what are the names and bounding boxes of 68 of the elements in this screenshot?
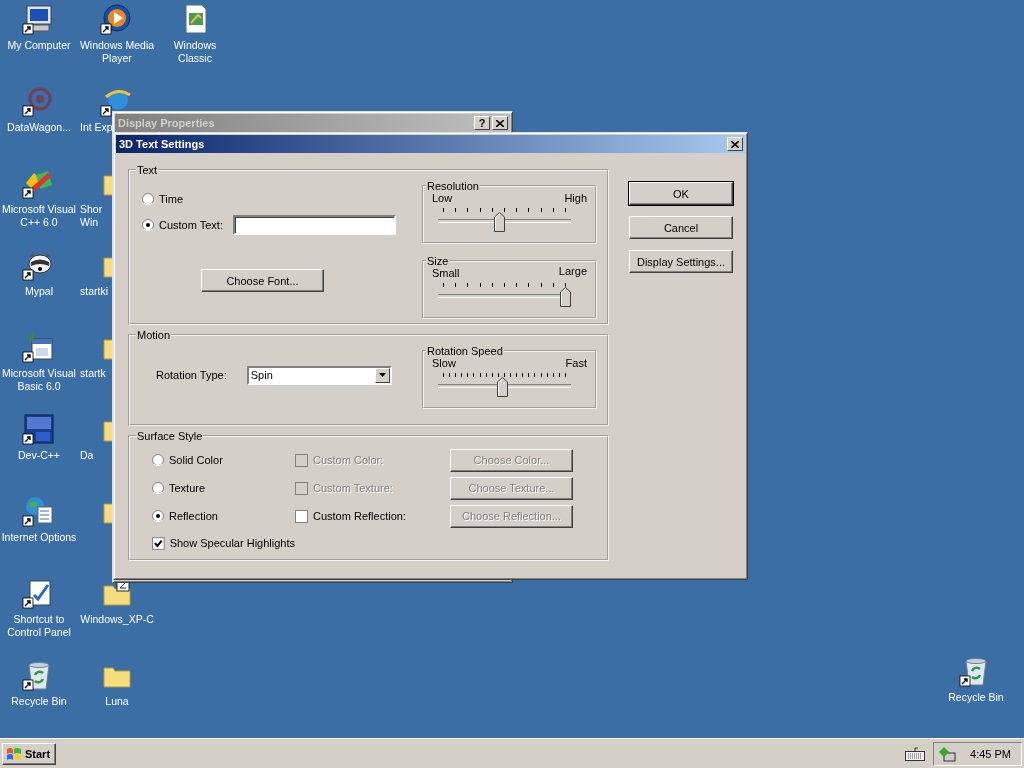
icon-label[interactable]: Windows Classic <box>157 39 233 65</box>
clock: 4:45 PM <box>970 747 1011 760</box>
group-label: Surface Style <box>136 430 204 442</box>
icon-label[interactable]: Shor Win <box>80 203 116 229</box>
close-icon <box>731 140 739 148</box>
icon-label[interactable]: Recycle Bin <box>938 691 1014 704</box>
media-player-icon[interactable] <box>100 3 134 35</box>
network-icon[interactable] <box>938 745 957 762</box>
radio-button[interactable]: Custom Text: <box>142 219 223 231</box>
radio-button[interactable]: Texture <box>152 482 295 494</box>
choose-font-button[interactable]: Choose Font... <box>201 269 324 292</box>
slider-min-label: Low <box>432 192 453 204</box>
window-title: Display Properties <box>118 117 216 129</box>
windows-logo-icon <box>6 746 22 761</box>
radio-button[interactable]: Time <box>142 193 422 205</box>
close-icon <box>496 119 504 127</box>
icon-label[interactable]: Shortcut to Control Panel <box>1 613 77 639</box>
icon-label[interactable]: Da <box>80 449 116 462</box>
radio-button[interactable]: Reflection <box>152 510 295 522</box>
rotation-type-label: Rotation Type: <box>156 369 227 381</box>
group-label: Rotation Speed <box>426 345 504 357</box>
start-button[interactable]: Start <box>2 742 57 765</box>
globe-checklist-icon[interactable] <box>22 495 56 527</box>
radio-button[interactable]: Solid Color <box>152 454 295 466</box>
slider-max-label: High <box>564 192 587 204</box>
slider-track[interactable] <box>438 206 571 232</box>
slider-min-label: Slow <box>432 357 456 369</box>
checkbox[interactable]: Custom Reflection: <box>295 509 450 523</box>
icon-label[interactable]: Internet Options <box>1 531 77 544</box>
slider-track[interactable] <box>438 371 571 397</box>
icon-label[interactable]: Int Exp <box>80 121 116 134</box>
close-button[interactable] <box>492 116 508 130</box>
icon-label[interactable]: Microsoft Visual C++ 6.0 <box>1 203 77 229</box>
slider-thumb[interactable] <box>494 212 506 232</box>
icon-label[interactable]: DataWagon... <box>1 121 77 134</box>
slider-thumb[interactable] <box>560 287 571 307</box>
group-label: Size <box>426 255 450 267</box>
icon-label[interactable]: Luna <box>79 695 155 708</box>
icon-label[interactable]: Mypal <box>1 285 77 298</box>
group-label: Motion <box>136 329 172 341</box>
icon-label[interactable]: Dev-C++ <box>1 449 77 462</box>
dialog-button[interactable]: Cancel <box>629 216 733 239</box>
close-button[interactable] <box>727 137 743 151</box>
icon-label[interactable]: My Computer <box>1 39 77 52</box>
help-button[interactable]: ? <box>474 116 490 130</box>
group-label: Text <box>136 164 159 176</box>
slider-max-label: Fast <box>565 357 587 369</box>
dialog-button[interactable]: OK <box>629 182 733 205</box>
icon-label[interactable]: startki <box>80 285 116 298</box>
group-label: Resolution <box>426 180 480 192</box>
calendar-icon[interactable] <box>22 331 56 363</box>
keyboard-icon[interactable] <box>905 746 926 761</box>
custom-text-field[interactable] <box>233 215 396 235</box>
icon-label[interactable]: Windows_XP-C <box>79 613 155 626</box>
window-title: 3D Text Settings <box>119 138 206 150</box>
slider-min-label: Small <box>432 267 460 279</box>
slider-thumb[interactable] <box>496 377 508 397</box>
checkbox[interactable]: Show Specular Highlights <box>152 536 295 550</box>
dialog-button[interactable]: Display Settings... <box>629 250 733 273</box>
slider-max-label: Large <box>558 265 587 279</box>
icon-label[interactable]: Microsoft Visual Basic 6.0 <box>1 367 77 393</box>
dropdown-arrow-icon <box>378 373 386 377</box>
icon-label[interactable]: Windows Media Player <box>79 39 155 65</box>
icon-label[interactable]: Recycle Bin <box>1 695 77 708</box>
rotation-type-dropdown[interactable]: Spin <box>246 365 392 385</box>
slider-track[interactable] <box>438 281 571 307</box>
icon-label[interactable]: startk <box>80 367 116 380</box>
dev-logo-icon[interactable] <box>22 413 56 445</box>
